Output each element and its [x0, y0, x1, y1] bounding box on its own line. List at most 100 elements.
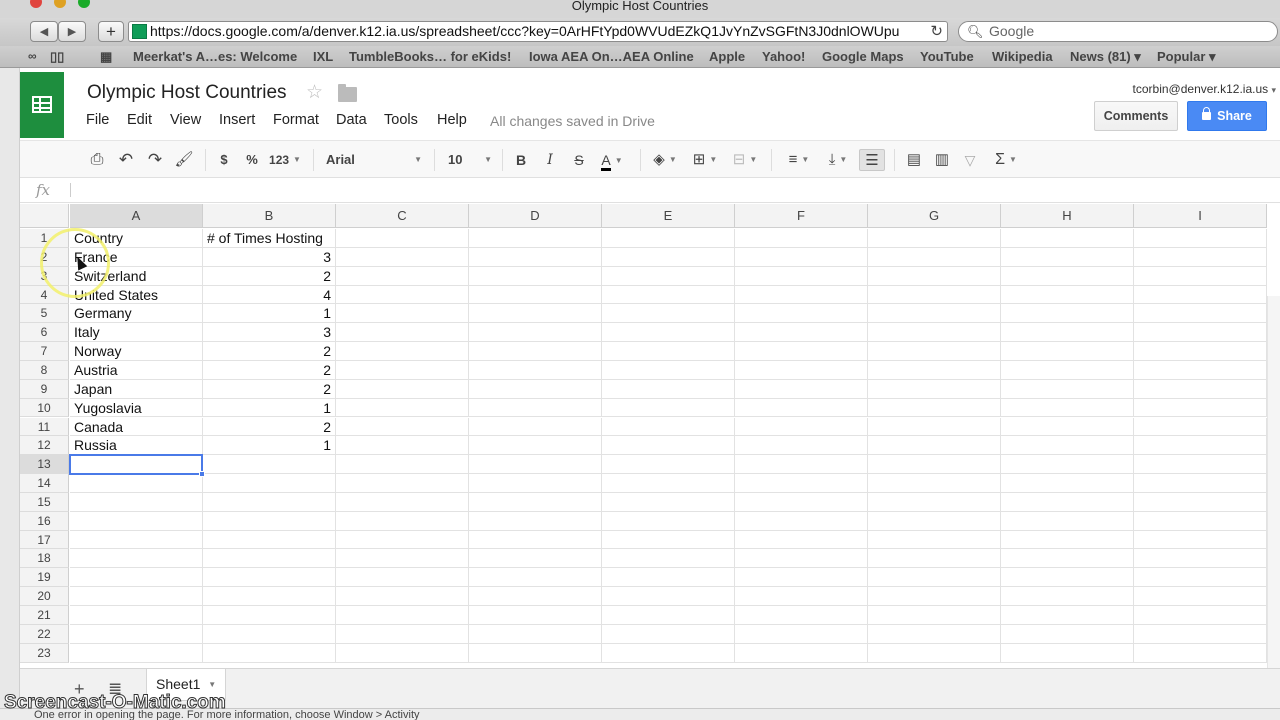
cell-h15[interactable]	[1001, 492, 1134, 512]
bookmark-meerkat[interactable]: Meerkat's A…es: Welcome	[133, 49, 297, 64]
reading-list-icon[interactable]: ∞	[28, 49, 37, 63]
row-header-11[interactable]: 11	[20, 417, 69, 437]
strikethrough-button[interactable]: S	[571, 149, 587, 171]
cell-f2[interactable]	[735, 247, 868, 267]
cell-c12[interactable]	[336, 436, 469, 456]
cell-c11[interactable]	[336, 417, 469, 437]
cell-g2[interactable]	[868, 247, 1001, 267]
cell-b4[interactable]: 4	[203, 285, 336, 305]
cell-h1[interactable]	[1001, 229, 1134, 248]
cell-c9[interactable]	[336, 379, 469, 399]
cell-g1[interactable]	[868, 229, 1001, 248]
cell-f22[interactable]	[735, 624, 868, 644]
cell-f18[interactable]	[735, 549, 868, 569]
row-header-9[interactable]: 9	[20, 379, 69, 399]
cell-i9[interactable]	[1134, 379, 1267, 399]
cell-a19[interactable]	[70, 568, 203, 588]
row-header-23[interactable]: 23	[20, 643, 69, 663]
cell-b21[interactable]	[203, 606, 336, 625]
column-header-g[interactable]: G	[868, 204, 1001, 228]
row-header-5[interactable]: 5	[20, 304, 69, 324]
cell-d11[interactable]	[469, 417, 602, 437]
cell-h10[interactable]	[1001, 398, 1134, 418]
row-header-7[interactable]: 7	[20, 342, 69, 361]
cell-i2[interactable]	[1134, 247, 1267, 267]
reload-icon[interactable]: ↻	[930, 22, 943, 41]
cell-e6[interactable]	[602, 323, 735, 343]
bookmark-youtube[interactable]: YouTube	[920, 49, 974, 64]
filter-icon[interactable]: ▽	[960, 149, 980, 171]
cell-g7[interactable]	[868, 342, 1001, 361]
row-header-17[interactable]: 17	[20, 530, 69, 550]
cell-i21[interactable]	[1134, 606, 1267, 625]
cell-b19[interactable]	[203, 568, 336, 588]
search-field[interactable]: 🔍︎ Google	[958, 21, 1278, 42]
cell-f16[interactable]	[735, 511, 868, 531]
cell-e12[interactable]	[602, 436, 735, 456]
cell-i3[interactable]	[1134, 266, 1267, 286]
cell-h11[interactable]	[1001, 417, 1134, 437]
select-all-corner[interactable]	[20, 204, 69, 228]
row-header-16[interactable]: 16	[20, 511, 69, 531]
cell-h9[interactable]	[1001, 379, 1134, 399]
cell-e4[interactable]	[602, 285, 735, 305]
cell-e5[interactable]	[602, 304, 735, 324]
column-header-b[interactable]: B	[203, 204, 336, 228]
cell-a21[interactable]	[70, 606, 203, 625]
cell-h19[interactable]	[1001, 568, 1134, 588]
cell-i15[interactable]	[1134, 492, 1267, 512]
more-formats-button[interactable]: 123 ▼	[268, 149, 302, 171]
cell-f1[interactable]	[735, 229, 868, 248]
cell-d9[interactable]	[469, 379, 602, 399]
cell-b6[interactable]: 3	[203, 323, 336, 343]
cell-e1[interactable]	[602, 229, 735, 248]
star-icon[interactable]: ☆	[306, 81, 323, 104]
cell-b17[interactable]	[203, 530, 336, 550]
cell-h18[interactable]	[1001, 549, 1134, 569]
horizontal-align-button[interactable]: ≡ ▼	[782, 149, 816, 171]
cell-i12[interactable]	[1134, 436, 1267, 456]
cell-g23[interactable]	[868, 643, 1001, 663]
currency-format-button[interactable]: $	[216, 149, 232, 171]
bookmark-tumblebooks[interactable]: TumbleBooks… for eKids!	[349, 49, 511, 64]
cell-a12[interactable]: Russia	[70, 436, 203, 456]
cell-f8[interactable]	[735, 360, 868, 380]
cell-e3[interactable]	[602, 266, 735, 286]
cell-h23[interactable]	[1001, 643, 1134, 663]
cell-h7[interactable]	[1001, 342, 1134, 361]
cell-c13[interactable]	[336, 455, 469, 475]
cell-h16[interactable]	[1001, 511, 1134, 531]
cell-c1[interactable]	[336, 229, 469, 248]
cell-e2[interactable]	[602, 247, 735, 267]
bookmark-wikipedia[interactable]: Wikipedia	[992, 49, 1053, 64]
cell-i5[interactable]	[1134, 304, 1267, 324]
cell-f13[interactable]	[735, 455, 868, 475]
cell-b2[interactable]: 3	[203, 247, 336, 267]
cell-d13[interactable]	[469, 455, 602, 475]
cell-e14[interactable]	[602, 474, 735, 493]
row-header-10[interactable]: 10	[20, 398, 69, 418]
cell-b3[interactable]: 2	[203, 266, 336, 286]
cell-f9[interactable]	[735, 379, 868, 399]
cell-h5[interactable]	[1001, 304, 1134, 324]
bold-button[interactable]: B	[513, 149, 529, 171]
cell-d4[interactable]	[469, 285, 602, 305]
insert-chart-icon[interactable]: ▥	[932, 149, 952, 171]
cell-a23[interactable]	[70, 643, 203, 663]
cell-c3[interactable]	[336, 266, 469, 286]
cell-e13[interactable]	[602, 455, 735, 475]
cell-f21[interactable]	[735, 606, 868, 625]
cell-i18[interactable]	[1134, 549, 1267, 569]
text-color-button[interactable]: A ▼	[597, 149, 627, 171]
cell-a18[interactable]	[70, 549, 203, 569]
cell-h4[interactable]	[1001, 285, 1134, 305]
cell-a7[interactable]: Norway	[70, 342, 203, 361]
bookmark-iowa-aea[interactable]: Iowa AEA On…AEA Online	[529, 49, 694, 64]
cell-i17[interactable]	[1134, 530, 1267, 550]
column-header-e[interactable]: E	[602, 204, 735, 228]
cell-f23[interactable]	[735, 643, 868, 663]
cell-h20[interactable]	[1001, 587, 1134, 606]
merge-cells-button[interactable]: ⊟ ▼	[727, 149, 763, 171]
column-header-c[interactable]: C	[336, 204, 469, 228]
cell-g5[interactable]	[868, 304, 1001, 324]
